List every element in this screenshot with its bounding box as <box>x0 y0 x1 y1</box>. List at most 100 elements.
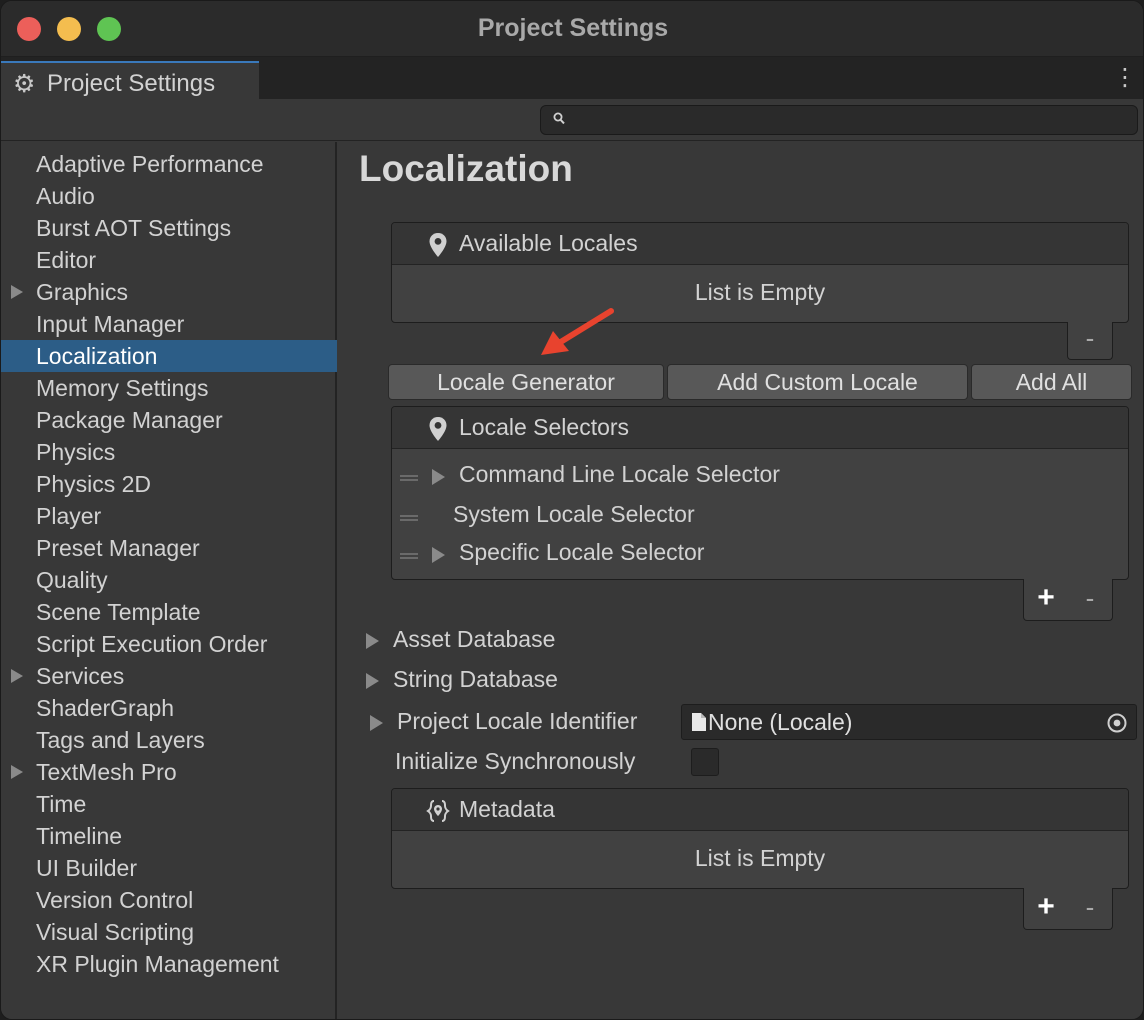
drag-handle-icon[interactable] <box>400 475 418 481</box>
sidebar-item-shadergraph[interactable]: ShaderGraph <box>1 692 337 724</box>
available-locales-header: Available Locales <box>392 223 1128 265</box>
available-locales-empty-text: List is Empty <box>694 279 826 305</box>
sidebar-item-label: ShaderGraph <box>36 695 175 721</box>
sidebar-item-label: Player <box>36 503 102 529</box>
drag-handle-icon[interactable] <box>400 553 418 559</box>
locale-selectors-header: Locale Selectors <box>392 407 1128 449</box>
search-icon <box>553 112 565 125</box>
add-custom-locale-button[interactable]: Add Custom Locale <box>667 364 968 400</box>
sidebar-item-label: Package Manager <box>36 407 223 433</box>
sidebar-item-label: Audio <box>36 183 95 209</box>
sidebar-item-localization[interactable]: Localization <box>1 340 337 372</box>
expand-arrow-icon[interactable] <box>11 765 23 779</box>
sidebar-item-ui-builder[interactable]: UI Builder <box>1 852 337 884</box>
asset-database-foldout[interactable]: Asset Database <box>339 622 1143 658</box>
add-metadata-button[interactable]: + <box>1031 892 1061 923</box>
expand-arrow-icon[interactable] <box>11 669 23 683</box>
sidebar-item-tags-and-layers[interactable]: Tags and Layers <box>1 724 337 756</box>
sidebar-item-script-execution-order[interactable]: Script Execution Order <box>1 628 337 660</box>
sidebar-item-physics[interactable]: Physics <box>1 436 337 468</box>
initialize-synchronously-label: Initialize Synchronously <box>395 748 636 774</box>
annotation-arrow-icon <box>541 308 614 355</box>
asset-database-label: Asset Database <box>393 626 556 652</box>
sidebar-item-label: Timeline <box>36 823 123 849</box>
locale-generator-button[interactable]: Locale Generator <box>388 364 664 400</box>
sidebar-item-label: Editor <box>36 247 97 273</box>
sidebar-item-input-manager[interactable]: Input Manager <box>1 308 337 340</box>
add-selector-button[interactable]: + <box>1031 583 1061 614</box>
expand-arrow-icon[interactable] <box>366 673 379 689</box>
expand-arrow-icon[interactable] <box>11 285 23 299</box>
metadata-icon <box>426 800 450 822</box>
title-bar[interactable]: Project Settings <box>1 1 1143 57</box>
expand-arrow-icon[interactable] <box>366 633 379 649</box>
sidebar-item-label: Preset Manager <box>36 535 200 561</box>
project-locale-identifier-label: Project Locale Identifier <box>397 708 638 734</box>
sidebar-item-editor[interactable]: Editor <box>1 244 337 276</box>
sidebar-item-label: Visual Scripting <box>36 919 195 945</box>
sidebar-item-graphics[interactable]: Graphics <box>1 276 337 308</box>
sidebar-item-label: Time <box>36 791 87 817</box>
sidebar-item-quality[interactable]: Quality <box>1 564 337 596</box>
sidebar-item-label: Services <box>36 663 125 689</box>
expand-arrow-icon[interactable] <box>432 547 445 563</box>
selector-label: Specific Locale Selector <box>459 539 705 565</box>
sidebar-item-preset-manager[interactable]: Preset Manager <box>1 532 337 564</box>
sidebar-item-version-control[interactable]: Version Control <box>1 884 337 916</box>
locale-selectors-list: Locale Selectors Command Line Locale Sel… <box>391 406 1129 580</box>
sidebar-item-package-manager[interactable]: Package Manager <box>1 404 337 436</box>
expand-arrow-icon[interactable] <box>370 715 383 731</box>
object-picker-icon[interactable] <box>1106 712 1128 734</box>
document-icon <box>692 713 706 731</box>
sidebar-item-label: Physics 2D <box>36 471 152 497</box>
sidebar-item-player[interactable]: Player <box>1 500 337 532</box>
selector-label: Command Line Locale Selector <box>459 461 780 487</box>
metadata-title: Metadata <box>459 796 555 822</box>
sidebar-item-label: Scene Template <box>36 599 201 625</box>
selector-label: System Locale Selector <box>453 501 695 527</box>
settings-sidebar: Adaptive Performance Audio Burst AOT Set… <box>1 142 337 1019</box>
list-item[interactable]: Command Line Locale Selector <box>392 456 1128 494</box>
remove-locale-button[interactable]: - <box>1075 324 1105 354</box>
project-locale-object-field[interactable]: None (Locale) <box>681 704 1137 740</box>
sidebar-item-textmesh-pro[interactable]: TextMesh Pro <box>1 756 337 788</box>
expand-arrow-icon[interactable] <box>432 469 445 485</box>
location-pin-icon <box>429 417 447 441</box>
sidebar-item-label: Version Control <box>36 887 194 913</box>
sidebar-item-memory-settings[interactable]: Memory Settings <box>1 372 337 404</box>
add-all-button[interactable]: Add All <box>971 364 1132 400</box>
sidebar-item-time[interactable]: Time <box>1 788 337 820</box>
tab-project-settings[interactable]: ⚙ Project Settings <box>1 61 259 99</box>
sidebar-item-label: Burst AOT Settings <box>36 215 232 241</box>
sidebar-item-label: Localization <box>36 343 158 369</box>
sidebar-item-label: Quality <box>36 567 108 593</box>
sidebar-item-timeline[interactable]: Timeline <box>1 820 337 852</box>
sidebar-item-adaptive-performance[interactable]: Adaptive Performance <box>1 148 337 180</box>
available-locales-title: Available Locales <box>459 230 638 256</box>
initialize-synchronously-checkbox[interactable] <box>691 748 719 776</box>
remove-metadata-button[interactable]: - <box>1075 893 1105 923</box>
sidebar-item-services[interactable]: Services <box>1 660 337 692</box>
list-item[interactable]: System Locale Selector <box>392 496 1128 534</box>
metadata-footer: + - <box>1023 888 1113 930</box>
list-item[interactable]: Specific Locale Selector <box>392 534 1128 572</box>
sidebar-item-xr-plugin-management[interactable]: XR Plugin Management <box>1 948 337 980</box>
sidebar-item-scene-template[interactable]: Scene Template <box>1 596 337 628</box>
sidebar-item-label: Memory Settings <box>36 375 209 401</box>
drag-handle-icon[interactable] <box>400 515 418 521</box>
search-bar <box>1 99 1143 141</box>
sidebar-item-visual-scripting[interactable]: Visual Scripting <box>1 916 337 948</box>
more-options-icon[interactable]: ⋮ <box>1113 65 1137 91</box>
available-locales-list: Available Locales List is Empty <box>391 222 1129 323</box>
remove-selector-button[interactable]: - <box>1075 584 1105 614</box>
window-title: Project Settings <box>477 14 669 42</box>
sidebar-item-burst-aot-settings[interactable]: Burst AOT Settings <box>1 212 337 244</box>
location-pin-icon <box>429 233 447 257</box>
sidebar-item-audio[interactable]: Audio <box>1 180 337 212</box>
string-database-foldout[interactable]: String Database <box>339 662 1143 698</box>
metadata-header: Metadata <box>392 789 1128 831</box>
project-locale-identifier-row: Project Locale Identifier None (Locale) <box>339 704 1143 740</box>
search-input[interactable] <box>540 105 1138 135</box>
available-locales-footer: - <box>1067 322 1113 360</box>
sidebar-item-physics-2d[interactable]: Physics 2D <box>1 468 337 500</box>
